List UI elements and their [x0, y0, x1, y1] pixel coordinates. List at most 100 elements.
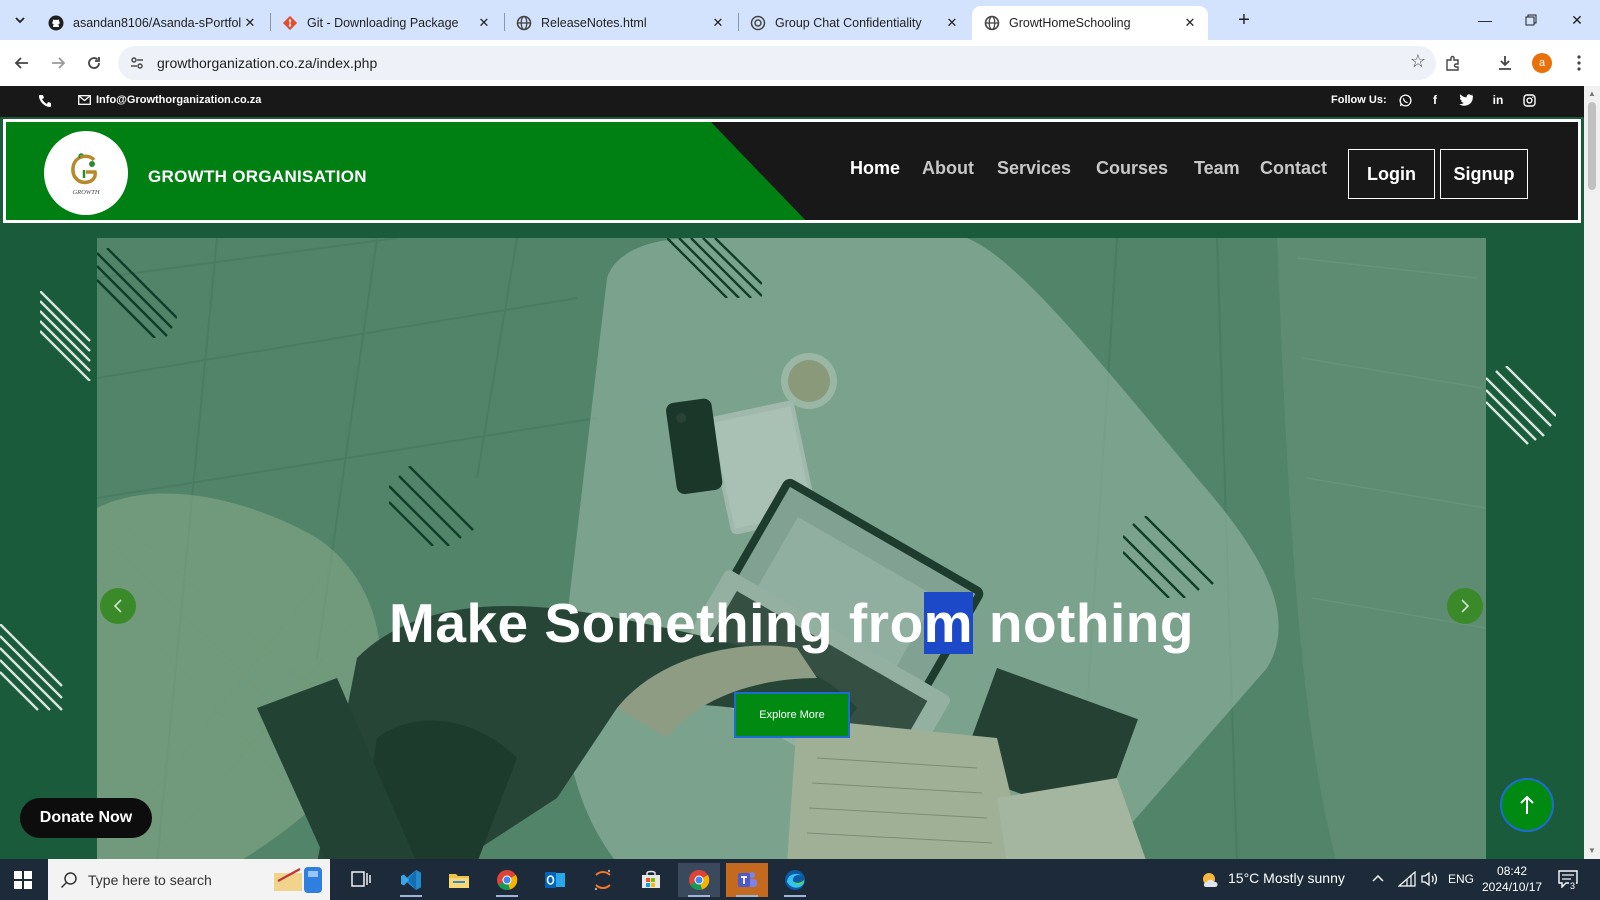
- browser-tab-bar: asandan8106/Asanda-sPortfolio ✕ Git - Do…: [0, 0, 1600, 40]
- taskbar-vscode[interactable]: [390, 863, 432, 897]
- login-button[interactable]: Login: [1348, 149, 1435, 199]
- contact-bar: Info@Growthorganization.co.za Follow Us:…: [0, 86, 1584, 117]
- nav-about[interactable]: About: [922, 158, 974, 179]
- site-info-icon[interactable]: [128, 54, 146, 72]
- instagram-icon[interactable]: [1520, 91, 1538, 109]
- tab-github[interactable]: asandan8106/Asanda-sPortfolio ✕: [36, 6, 268, 40]
- nav-team[interactable]: Team: [1194, 158, 1240, 179]
- close-window-button[interactable]: ✕: [1554, 6, 1600, 34]
- language-indicator[interactable]: ENG: [1448, 872, 1474, 886]
- close-icon[interactable]: ✕: [476, 15, 492, 31]
- taskbar-outlook[interactable]: [534, 863, 576, 897]
- back-button[interactable]: [8, 49, 36, 77]
- edge-icon: [785, 870, 805, 890]
- envelope-icon: [78, 95, 91, 105]
- chatgpt-icon: [750, 15, 766, 31]
- tab-group-chat[interactable]: Group Chat Confidentiality ✕: [738, 6, 970, 40]
- close-icon[interactable]: ✕: [242, 15, 258, 31]
- puzzle-icon: [1446, 55, 1459, 71]
- tab-title: GrowtHomeSchooling: [1009, 16, 1131, 30]
- bookmark-star-icon[interactable]: ☆: [1410, 51, 1426, 72]
- page-scrollbar[interactable]: ▲ ▼: [1584, 86, 1600, 859]
- web-page: Info@Growthorganization.co.za Follow Us:…: [0, 86, 1584, 859]
- decorative-stripes: [1486, 366, 1556, 445]
- arrow-right-icon: [52, 57, 66, 69]
- globe-icon: [516, 15, 532, 31]
- donate-now-button[interactable]: Donate Now: [20, 798, 152, 838]
- facebook-icon[interactable]: f: [1426, 91, 1444, 109]
- git-icon: [282, 15, 298, 31]
- weather-sun-cloud-icon[interactable]: [1200, 871, 1222, 889]
- nav-contact[interactable]: Contact: [1260, 158, 1327, 179]
- address-bar[interactable]: growthorganization.co.za/index.php ☆: [118, 46, 1436, 80]
- taskbar-chrome-active[interactable]: [678, 863, 720, 897]
- tab-title: Git - Downloading Package: [307, 16, 459, 30]
- taskbar-edge[interactable]: [774, 863, 816, 897]
- restore-button[interactable]: [1508, 6, 1554, 34]
- new-tab-button[interactable]: +: [1232, 8, 1256, 32]
- close-icon[interactable]: ✕: [710, 15, 726, 31]
- taskbar-teams[interactable]: [726, 863, 768, 897]
- forward-button[interactable]: [44, 49, 72, 77]
- browser-menu-button[interactable]: [1566, 50, 1592, 76]
- weather-text[interactable]: 15°C Mostly sunny: [1228, 870, 1345, 886]
- tab-growthomeschooling[interactable]: GrowtHomeSchooling ✕: [972, 6, 1208, 40]
- close-icon[interactable]: ✕: [1182, 15, 1198, 31]
- url-text: growthorganization.co.za/index.php: [157, 55, 378, 71]
- volume-icon[interactable]: [1420, 871, 1438, 887]
- task-view-button[interactable]: [340, 863, 382, 897]
- windows-taskbar: Type here to search 15°C Mostly sunny EN…: [0, 859, 1600, 900]
- close-icon[interactable]: ✕: [944, 15, 960, 31]
- network-icon[interactable]: [1398, 871, 1416, 887]
- outlook-icon: [545, 872, 565, 888]
- scroll-up-arrow-icon[interactable]: ▲: [1587, 89, 1597, 99]
- nav-home[interactable]: Home: [850, 158, 900, 179]
- windows-start-icon[interactable]: [14, 871, 32, 889]
- chevron-up-icon[interactable]: [1372, 873, 1384, 883]
- scrollbar-thumb[interactable]: [1588, 102, 1596, 190]
- jupyter-icon: [594, 869, 611, 891]
- contact-email[interactable]: Info@Growthorganization.co.za: [96, 94, 261, 106]
- profile-avatar[interactable]: a: [1532, 53, 1552, 73]
- downloads-button[interactable]: [1492, 50, 1518, 76]
- linkedin-icon[interactable]: in: [1489, 91, 1507, 109]
- vscode-icon: [401, 870, 421, 890]
- reload-button[interactable]: [80, 49, 108, 77]
- minimize-button[interactable]: —: [1462, 6, 1508, 34]
- tab-search-button[interactable]: [8, 8, 32, 32]
- arrow-up-icon: [1520, 795, 1534, 814]
- nav-services[interactable]: Services: [997, 158, 1071, 179]
- search-icon: [60, 872, 77, 889]
- clock-date: 2024/10/17: [1482, 880, 1543, 894]
- site-header: GROWTH GROWTH ORGANISATION Home About Se…: [3, 119, 1581, 223]
- extensions-button[interactable]: [1440, 50, 1466, 76]
- nav-courses[interactable]: Courses: [1096, 158, 1168, 179]
- globe-icon: [984, 15, 1000, 31]
- notification-count: 3: [1569, 881, 1577, 891]
- tab-title: ReleaseNotes.html: [541, 16, 647, 30]
- clock-time: 08:42: [1497, 864, 1528, 878]
- site-brand-name[interactable]: GROWTH ORGANISATION: [148, 167, 367, 187]
- taskbar-search-box[interactable]: Type here to search: [48, 859, 330, 900]
- phone-icon[interactable]: [38, 94, 52, 108]
- taskbar-store[interactable]: [630, 863, 672, 897]
- whatsapp-icon[interactable]: [1396, 91, 1414, 109]
- hero-headline-part: Make Something fro: [389, 592, 924, 654]
- taskbar-chrome[interactable]: [486, 863, 528, 897]
- download-icon: [1499, 56, 1511, 70]
- scroll-down-arrow-icon[interactable]: ▼: [1587, 846, 1597, 856]
- taskbar-jupyter[interactable]: [582, 863, 624, 897]
- back-to-top-button[interactable]: [1500, 778, 1554, 832]
- site-logo[interactable]: GROWTH: [44, 131, 128, 215]
- taskbar-file-explorer[interactable]: [438, 863, 480, 897]
- signup-button[interactable]: Signup: [1440, 149, 1528, 199]
- system-clock[interactable]: 08:42 2024/10/17: [1482, 863, 1542, 895]
- slider-prev-button[interactable]: [100, 588, 136, 624]
- twitter-icon[interactable]: [1457, 91, 1475, 109]
- tab-git[interactable]: Git - Downloading Package ✕: [270, 6, 502, 40]
- tab-release-notes[interactable]: ReleaseNotes.html ✕: [504, 6, 736, 40]
- explore-more-button[interactable]: Explore More: [734, 692, 850, 738]
- hero-background-photo: [97, 238, 1486, 859]
- slider-next-button[interactable]: [1447, 588, 1483, 624]
- decorative-stripes: [667, 238, 762, 298]
